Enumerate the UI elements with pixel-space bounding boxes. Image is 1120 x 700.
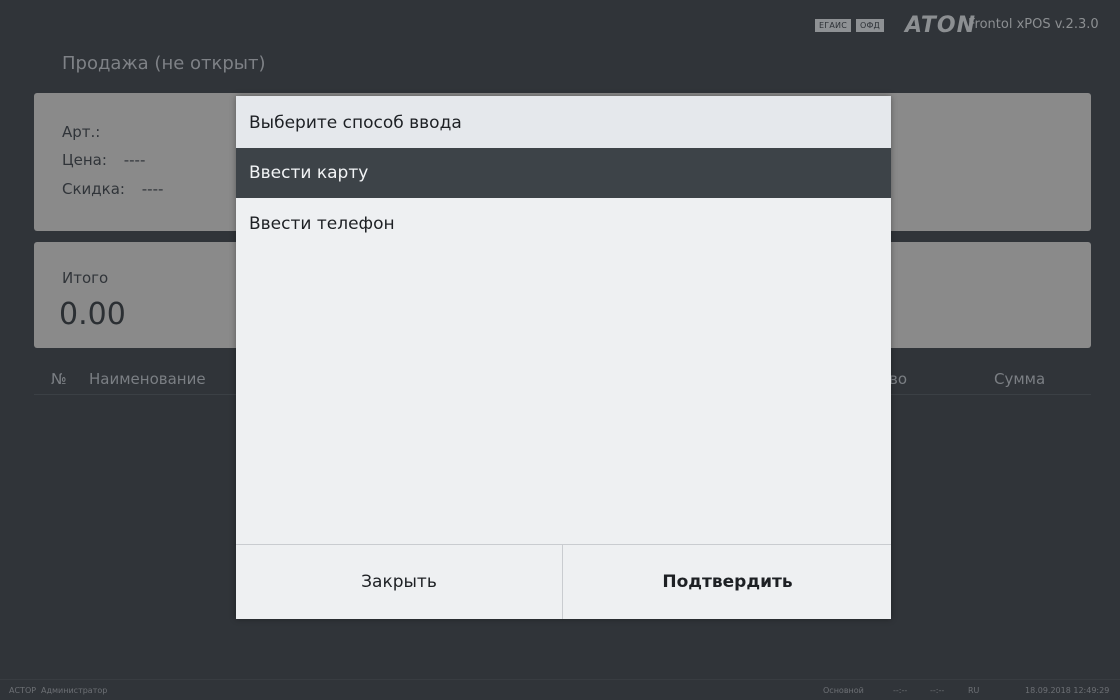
article-line: Арт.: xyxy=(62,123,112,141)
ofd-badge: ОФД xyxy=(856,19,884,32)
option-enter-phone[interactable]: Ввести телефон xyxy=(236,198,891,248)
column-quantity: во xyxy=(889,370,908,388)
aton-logo: ATON xyxy=(905,13,977,38)
confirm-button[interactable]: Подтвердить xyxy=(564,545,891,619)
total-label: Итого xyxy=(62,269,109,287)
discount-label: Скидка: xyxy=(62,180,125,198)
price-line: Цена: ---- xyxy=(62,151,145,169)
egais-badge: ЕГАИС xyxy=(815,19,851,32)
status-mode: Основной xyxy=(823,686,864,695)
app-version: Frontol xPOS v.2.3.0 xyxy=(968,17,1099,32)
status-time-2: --:-- xyxy=(930,686,945,695)
dialog-title: Выберите способ ввода xyxy=(236,96,891,148)
status-datetime: 18.09.2018 12:49:29 xyxy=(1025,686,1110,695)
close-button[interactable]: Закрыть xyxy=(236,545,563,619)
column-number: № xyxy=(51,370,67,388)
total-value: 0.00 xyxy=(59,297,126,332)
status-time-1: --:-- xyxy=(893,686,908,695)
status-language: RU xyxy=(968,686,980,695)
input-method-dialog: Выберите способ ввода Ввести карту Ввест… xyxy=(236,96,891,619)
discount-value: ---- xyxy=(141,180,164,198)
price-label: Цена: xyxy=(62,151,107,169)
status-organization: АСТОР xyxy=(9,686,37,695)
document-title: Продажа (не открыт) xyxy=(62,53,266,74)
option-enter-card[interactable]: Ввести карту xyxy=(236,148,891,198)
column-name: Наименование xyxy=(89,370,206,388)
column-sum: Сумма xyxy=(994,370,1046,388)
status-bar: АСТОР Администратор Основной --:-- --:--… xyxy=(0,679,1120,700)
article-label: Арт.: xyxy=(62,123,101,141)
discount-line: Скидка: ---- xyxy=(62,180,163,198)
dialog-footer: Закрыть Подтвердить xyxy=(236,544,891,619)
price-value: ---- xyxy=(123,151,146,169)
top-bar: ЕГАИС ОФД ATON Frontol xPOS v.2.3.0 xyxy=(0,0,1120,56)
status-user: Администратор xyxy=(41,686,108,695)
